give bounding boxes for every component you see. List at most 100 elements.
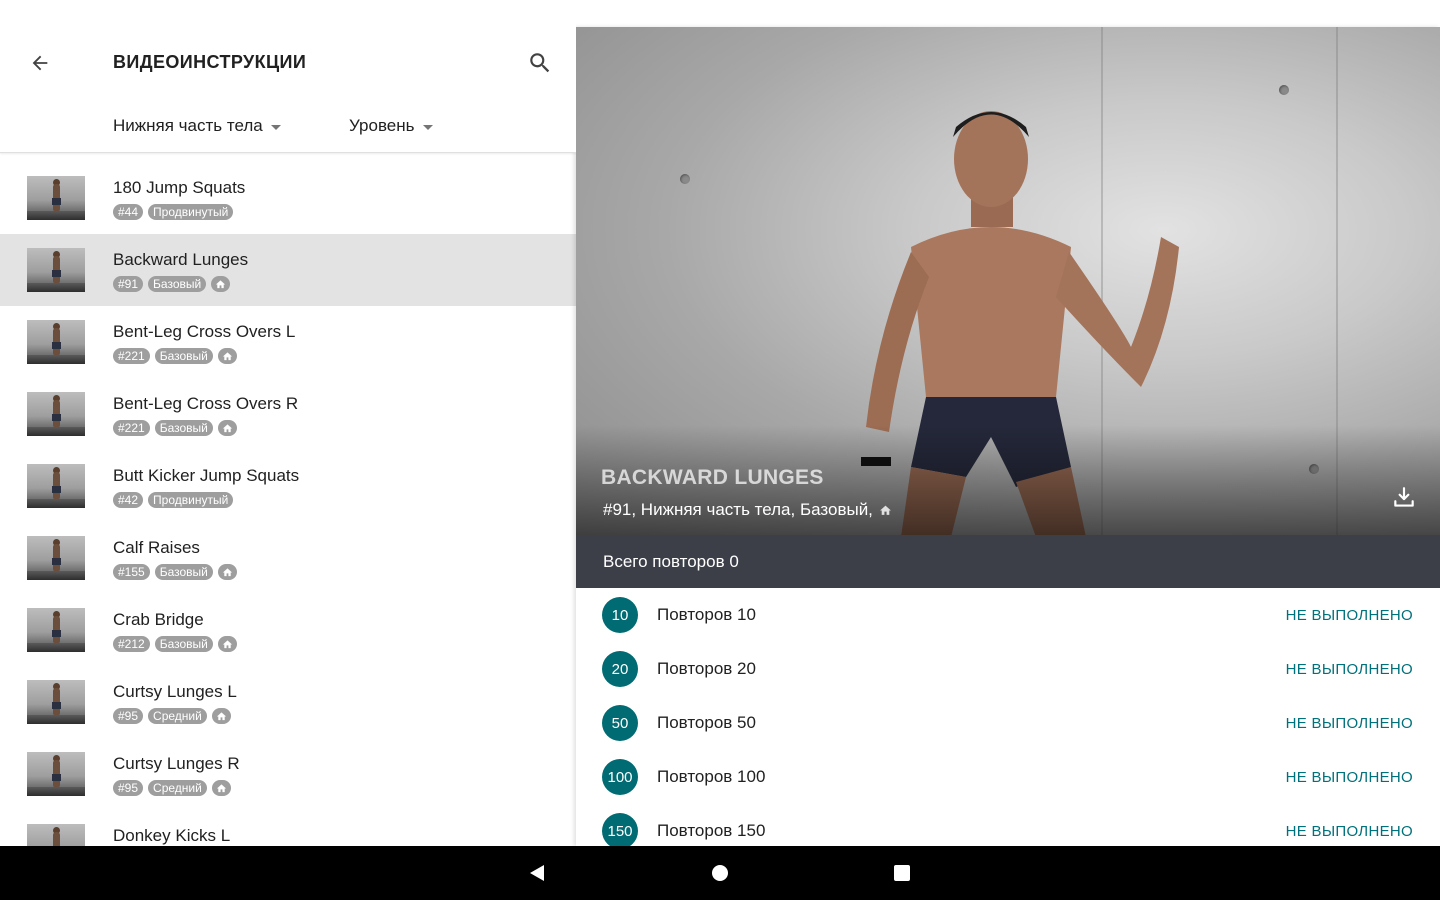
exercise-row[interactable]: Crab Bridge #212 Базовый: [0, 594, 576, 666]
body-part-dropdown[interactable]: Нижняя часть тела: [113, 116, 281, 136]
exercise-number-badge: #212: [113, 636, 150, 652]
exercise-row[interactable]: Curtsy Lunges R #95 Средний: [0, 738, 576, 810]
thumb-shorts: [52, 774, 61, 781]
exercise-level-badge: Базовый: [154, 564, 213, 580]
reps-label: Повторов 50: [657, 713, 756, 732]
top-app-bar: ВИДЕОИНСТРУКЦИИ Нижняя часть тела Уровен…: [0, 0, 576, 153]
exercise-video-preview[interactable]: BACKWARD LUNGES #91, Нижняя часть тела, …: [576, 27, 1440, 535]
exercise-level-badge: Базовый: [154, 348, 213, 364]
exercise-list: 180 Jump Squats #44 Продвинутый Backward Lu…: [0, 162, 576, 846]
reps-status: НЕ ВЫПОЛНЕНО: [1285, 769, 1413, 786]
home-badge: [217, 348, 237, 364]
reps-row[interactable]: 10 Повторов 10 НЕ ВЫПОЛНЕНО: [576, 588, 1440, 642]
arrow-left-icon: [32, 55, 48, 71]
exercise-thumbnail: [27, 392, 85, 436]
reps-count-circle: 150: [602, 813, 638, 846]
thumb-shorts: [52, 414, 61, 421]
home-icon: [216, 711, 226, 720]
exercise-level-badge: Средний: [148, 708, 207, 724]
exercise-number-badge: #155: [113, 564, 150, 580]
exercise-level-badge: Средний: [148, 780, 207, 796]
thumb-shorts: [52, 630, 61, 637]
exercise-row[interactable]: 180 Jump Squats #44 Продвинутый: [0, 162, 576, 234]
exercise-name: Curtsy Lunges R: [113, 754, 240, 773]
thumb-shorts: [52, 486, 61, 493]
reps-status: НЕ ВЫПОЛНЕНО: [1285, 661, 1413, 678]
exercise-name: Crab Bridge: [113, 610, 204, 629]
exercise-number-badge: #221: [113, 348, 150, 364]
nav-home-button[interactable]: [707, 860, 733, 886]
thumb-floor: [27, 787, 85, 796]
exercise-thumbnail: [27, 536, 85, 580]
home-icon: [880, 505, 891, 515]
exercise-level-badge: Базовый: [148, 276, 207, 292]
level-dropdown[interactable]: Уровень: [349, 116, 433, 136]
page-title: ВИДЕОИНСТРУКЦИИ: [113, 52, 307, 72]
exercise-thumbnail: [27, 248, 85, 292]
exercise-name: Bent-Leg Cross Overs L: [113, 322, 296, 341]
nav-back-icon: [530, 865, 544, 881]
reps-count-circle: 100: [602, 759, 638, 795]
home-icon: [222, 423, 232, 432]
home-icon: [222, 639, 232, 648]
reps-list: 10 Повторов 10 НЕ ВЫПОЛНЕНО 20 Повторов 20 НЕ…: [576, 588, 1440, 846]
download-button[interactable]: [1390, 484, 1418, 512]
exercise-name: Backward Lunges: [113, 250, 249, 269]
exercise-name: Donkey Kicks L: [113, 826, 231, 845]
exercise-name: Calf Raises: [113, 538, 200, 557]
search-icon: [530, 53, 550, 73]
thumb-floor: [27, 499, 85, 508]
nav-back-button[interactable]: [524, 860, 550, 886]
home-badge: [217, 636, 237, 652]
back-button[interactable]: [22, 45, 58, 81]
exercise-tags: #44 Продвинутый: [113, 204, 234, 220]
home-badge: [211, 276, 231, 292]
exercise-name: Bent-Leg Cross Overs R: [113, 394, 299, 413]
exercise-number-badge: #95: [113, 708, 144, 724]
reps-row[interactable]: 100 Повторов 100 НЕ ВЫПОЛНЕНО: [576, 750, 1440, 804]
exercise-detail-panel: BACKWARD LUNGES #91, Нижняя часть тела, …: [576, 27, 1440, 846]
thumb-shorts: [52, 342, 61, 349]
reps-row[interactable]: 50 Повторов 50 НЕ ВЫПОЛНЕНО: [576, 696, 1440, 750]
reps-row[interactable]: 150 Повторов 150 НЕ ВЫПОЛНЕНО: [576, 804, 1440, 846]
exercise-thumbnail: [27, 176, 85, 220]
exercise-meta: #91, Нижняя часть тела, Базовый,: [603, 500, 873, 519]
thumb-floor: [27, 715, 85, 724]
chevron-down-icon: [270, 124, 281, 130]
exercise-tags: #95 Средний: [113, 780, 231, 796]
reps-row[interactable]: 20 Повторов 20 НЕ ВЫПОЛНЕНО: [576, 642, 1440, 696]
exercise-level-badge: Продвинутый: [148, 204, 234, 220]
exercise-thumbnail: [27, 464, 85, 508]
exercise-row[interactable]: Curtsy Lunges L #95 Средний: [0, 666, 576, 738]
exercise-thumbnail: [27, 752, 85, 796]
exercise-number-badge: #95: [113, 780, 144, 796]
wall-bolt: [1279, 85, 1289, 95]
home-badge: [217, 420, 237, 436]
exercise-name: 180 Jump Squats: [113, 178, 246, 197]
search-button[interactable]: [522, 45, 558, 81]
nav-recents-button[interactable]: [889, 860, 915, 886]
exercise-row[interactable]: Butt Kicker Jump Squats #42 Продвинутый: [0, 450, 576, 522]
reps-status: НЕ ВЫПОЛНЕНО: [1285, 823, 1413, 840]
reps-count-circle: 20: [602, 651, 638, 687]
exercise-thumbnail: [27, 320, 85, 364]
exercise-row[interactable]: Donkey Kicks L: [0, 810, 576, 846]
wall-bolt: [680, 174, 690, 184]
home-icon: [216, 783, 226, 792]
thumb-shorts: [52, 702, 61, 709]
download-icon: [1394, 487, 1414, 507]
thumb-shorts: [52, 558, 61, 565]
reps-status: НЕ ВЫПОЛНЕНО: [1285, 607, 1413, 624]
exercise-row[interactable]: Bent-Leg Cross Overs R #221 Базовый: [0, 378, 576, 450]
exercise-row[interactable]: Calf Raises #155 Базовый: [0, 522, 576, 594]
exercise-row[interactable]: Bent-Leg Cross Overs L #221 Базовый: [0, 306, 576, 378]
exercise-tags: #91 Базовый: [113, 276, 231, 292]
home-icon: [222, 567, 232, 576]
exercise-row[interactable]: Backward Lunges #91 Базовый: [0, 234, 576, 306]
exercise-tags: #221 Базовый: [113, 348, 237, 364]
total-reps-bar: Всего повторов 0: [576, 535, 1440, 588]
reps-label: Повторов 20: [657, 659, 756, 678]
reps-label: Повторов 10: [657, 605, 756, 624]
exercise-number-badge: #221: [113, 420, 150, 436]
thumb-figure: [53, 832, 60, 846]
